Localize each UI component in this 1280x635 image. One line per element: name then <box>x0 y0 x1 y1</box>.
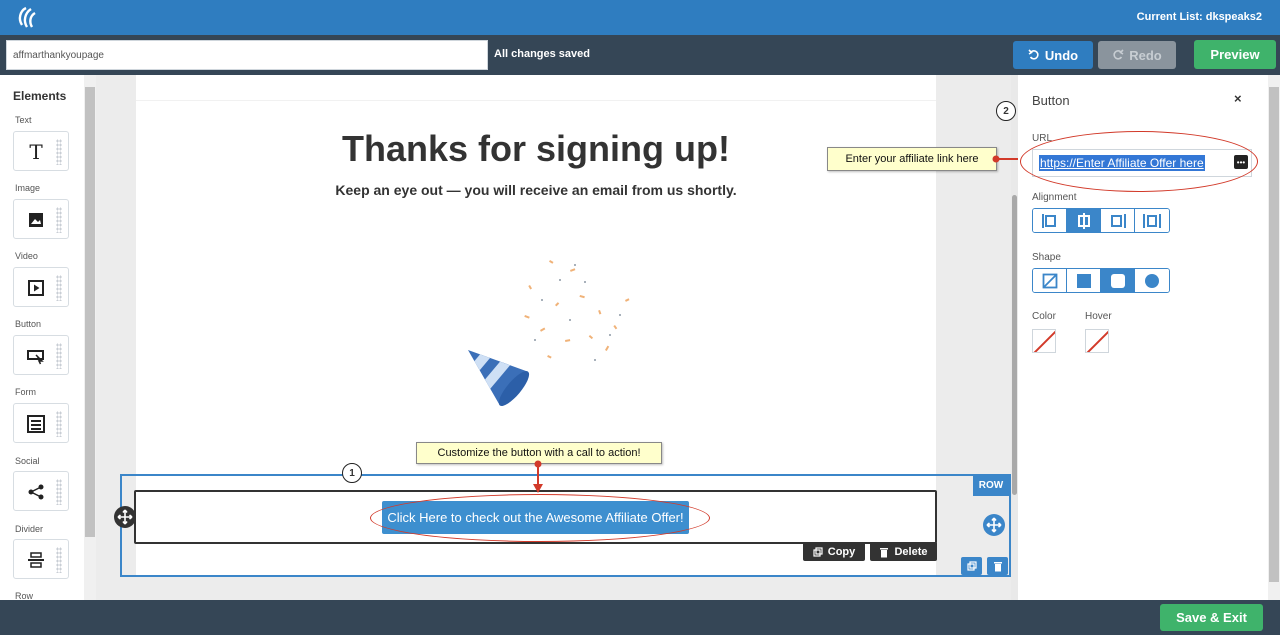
save-status: All changes saved <box>494 48 590 60</box>
panel-scrollbar[interactable] <box>1268 75 1280 600</box>
copy-icon <box>966 561 977 571</box>
elements-scrollbar[interactable] <box>84 75 96 600</box>
drag-handle-icon <box>56 207 62 233</box>
shape-selector <box>1032 268 1170 293</box>
trash-icon <box>880 547 889 557</box>
page-top-section[interactable] <box>136 75 936 101</box>
trash-icon <box>993 561 1002 571</box>
cta-highlight-ellipse <box>370 494 710 542</box>
color-label: Color <box>1032 311 1056 322</box>
app-logo-icon[interactable] <box>16 5 42 31</box>
url-highlight-ellipse <box>1020 131 1258 192</box>
align-left-icon[interactable] <box>1033 209 1067 232</box>
element-label-text: Text <box>15 115 32 125</box>
panel-title: Button <box>1032 93 1070 108</box>
drag-handle-icon <box>56 139 62 165</box>
color-swatch[interactable] <box>1032 329 1056 353</box>
image-icon <box>29 213 43 227</box>
annotation-arrow-icon <box>533 460 543 493</box>
shape-rounded-icon[interactable] <box>1101 269 1135 292</box>
element-label-divider: Divider <box>15 524 44 534</box>
element-button-tile[interactable] <box>13 335 69 375</box>
step-badge-1: 1 <box>342 463 362 483</box>
close-icon[interactable]: × <box>1234 91 1242 106</box>
bottom-bar <box>0 600 1280 635</box>
drag-handle-icon <box>56 411 62 437</box>
redo-button[interactable]: Redo <box>1098 41 1176 69</box>
step-badge-2: 2 <box>996 101 1016 121</box>
element-image-tile[interactable] <box>13 199 69 239</box>
shape-label: Shape <box>1032 252 1061 263</box>
drag-handle-icon <box>56 479 62 505</box>
text-icon: T <box>29 140 43 164</box>
redo-icon <box>1113 49 1124 60</box>
preview-button[interactable]: Preview <box>1194 40 1276 69</box>
elements-title: Elements <box>13 89 67 103</box>
callout-affiliate-link: Enter your affiliate link here <box>827 147 997 171</box>
element-label-video: Video <box>15 251 38 261</box>
undo-icon <box>1028 49 1039 60</box>
drag-handle-icon <box>56 343 62 369</box>
element-label-image: Image <box>15 183 41 193</box>
shape-circle-icon[interactable] <box>1135 269 1169 292</box>
scrollbar-thumb[interactable] <box>1269 87 1279 582</box>
element-label-form: Form <box>15 387 36 397</box>
undo-label: Undo <box>1044 47 1079 63</box>
align-full-icon[interactable] <box>1135 209 1169 232</box>
elements-panel: Elements Text T Image Video Button Form … <box>0 75 96 600</box>
divider-icon <box>28 552 44 568</box>
copy-block-button[interactable]: Copy <box>803 543 865 561</box>
move-row-icon[interactable] <box>983 514 1005 536</box>
copy-row-button[interactable] <box>961 557 982 575</box>
move-block-icon[interactable] <box>114 506 136 528</box>
element-label-row: Row <box>15 591 34 600</box>
scrollbar-thumb[interactable] <box>85 87 95 537</box>
current-list-label: Current List: dkspeaks2 <box>1136 11 1262 23</box>
copy-icon <box>813 547 823 557</box>
alignment-label: Alignment <box>1032 192 1077 203</box>
party-popper-illustration[interactable] <box>430 240 650 440</box>
row-tag[interactable]: ROW <box>973 475 1009 496</box>
element-label-social: Social <box>15 456 40 466</box>
form-icon <box>27 415 45 433</box>
button-icon <box>27 350 44 365</box>
element-video-tile[interactable] <box>13 267 69 307</box>
scrollbar-thumb[interactable] <box>1012 195 1017 495</box>
top-bar: Current List: dkspeaks2 <box>0 0 1280 35</box>
shape-square-icon[interactable] <box>1067 269 1101 292</box>
share-icon <box>28 484 44 500</box>
element-label-button: Button <box>15 319 42 329</box>
page-name-input[interactable] <box>6 40 488 70</box>
drag-handle-icon <box>56 547 62 573</box>
page-headline[interactable]: Thanks for signing up! <box>136 128 936 170</box>
undo-button[interactable]: Undo <box>1013 41 1093 69</box>
shape-none-icon[interactable] <box>1033 269 1067 292</box>
delete-block-button[interactable]: Delete <box>870 543 937 561</box>
element-divider-tile[interactable] <box>13 539 69 579</box>
drag-handle-icon <box>56 275 62 301</box>
align-center-icon[interactable] <box>1067 209 1101 232</box>
redo-label: Redo <box>1129 47 1162 63</box>
editor-toolbar: All changes saved Undo Redo Preview <box>0 35 1280 75</box>
delete-label: Delete <box>894 546 928 558</box>
save-exit-button[interactable]: Save & Exit <box>1160 604 1263 631</box>
delete-row-button[interactable] <box>987 557 1008 575</box>
element-text-tile[interactable]: T <box>13 131 69 171</box>
hover-label: Hover <box>1085 311 1112 322</box>
video-icon <box>28 280 44 296</box>
hover-color-swatch[interactable] <box>1085 329 1109 353</box>
page-subheadline[interactable]: Keep an eye out — you will receive an em… <box>136 182 936 198</box>
align-right-icon[interactable] <box>1101 209 1135 232</box>
element-social-tile[interactable] <box>13 471 69 511</box>
element-form-tile[interactable] <box>13 403 69 443</box>
alignment-selector <box>1032 208 1170 233</box>
copy-label: Copy <box>827 546 856 558</box>
